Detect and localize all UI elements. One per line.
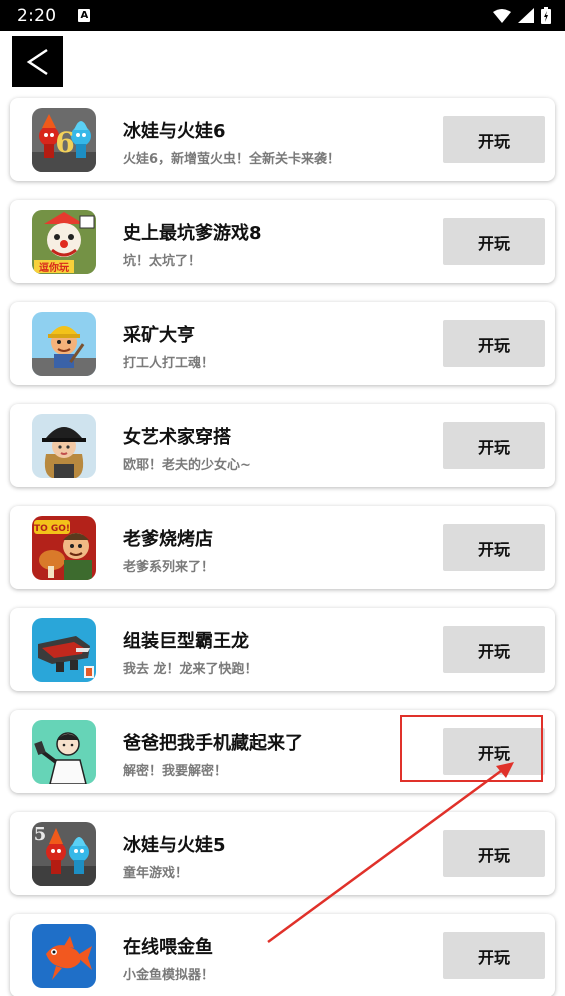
game-icon-t-rex-robot — [32, 618, 96, 682]
play-button[interactable]: 开玩 — [443, 116, 545, 163]
game-subtitle: 小金鱼模拟器！ — [123, 968, 215, 983]
game-subtitle: 老爹系列来了！ — [123, 560, 215, 575]
game-subtitle: 火娃6，新增萤火虫！全新关卡来袭！ — [123, 152, 341, 167]
play-button[interactable]: 开玩 — [443, 728, 545, 775]
game-card[interactable]: 在线喂金鱼 小金鱼模拟器！ 开玩 — [10, 914, 555, 996]
status-indicators — [493, 7, 551, 24]
game-icon-fireboy-watergirl-6: 6 — [32, 108, 96, 172]
game-subtitle: 童年游戏！ — [123, 866, 189, 881]
game-title: 女艺术家穿搭 — [123, 427, 231, 448]
game-subtitle: 坑！太坑了！ — [123, 254, 202, 269]
game-subtitle: 欧耶！老夫的少女心~ — [123, 458, 251, 473]
game-card[interactable]: 采矿大亨 打工人打工魂！ 开玩 — [10, 302, 555, 385]
status-bar: 2:20 A — [0, 0, 565, 31]
game-card[interactable]: 女艺术家穿搭 欧耶！老夫的少女心~ 开玩 — [10, 404, 555, 487]
battery-icon — [541, 7, 551, 24]
play-button[interactable]: 开玩 — [443, 218, 545, 265]
game-card[interactable]: 爸爸把我手机藏起来了 解密！我要解密！ 开玩 — [10, 710, 555, 793]
game-subtitle: 我去 龙！龙来了快跑！ — [123, 662, 258, 677]
game-icon-dad-hid-phone — [32, 720, 96, 784]
game-card[interactable]: 5 冰娃与火娃5 童年游戏！ 开玩 — [10, 812, 555, 895]
game-title: 冰娃与火娃5 — [123, 835, 226, 856]
game-card[interactable]: 6 冰娃与火娃6 火娃6，新增萤火虫！全新关卡来袭！ 开玩 — [10, 98, 555, 181]
game-card[interactable]: TO GO! 老爹烧烤店 老爹系列来了！ 开玩 — [10, 506, 555, 589]
signal-icon — [518, 8, 534, 23]
game-title: 爸爸把我手机藏起来了 — [123, 733, 303, 754]
back-arrow-icon — [26, 48, 48, 75]
play-button[interactable]: 开玩 — [443, 524, 545, 571]
play-button[interactable]: 开玩 — [443, 932, 545, 979]
game-icon-troll-game-8: 逗你玩 — [32, 210, 96, 274]
game-icon-papa-grill: TO GO! — [32, 516, 96, 580]
game-subtitle: 打工人打工魂！ — [123, 356, 215, 371]
status-time: 2:20 — [17, 5, 57, 26]
game-card[interactable]: 逗你玩 史上最坑爹游戏8 坑！太坑了！ 开玩 — [10, 200, 555, 283]
game-title: 史上最坑爹游戏8 — [123, 223, 262, 244]
wifi-icon — [493, 8, 511, 23]
a-icon: A — [78, 9, 91, 22]
game-title: 冰娃与火娃6 — [123, 121, 226, 142]
play-button[interactable]: 开玩 — [443, 830, 545, 877]
game-icon-mining-tycoon — [32, 312, 96, 376]
play-button[interactable]: 开玩 — [443, 422, 545, 469]
game-icon-artist-dressup — [32, 414, 96, 478]
fireboy5-number: 5 — [34, 824, 47, 845]
papa-logo-text: TO GO! — [34, 524, 70, 534]
game-icon-feed-goldfish — [32, 924, 96, 988]
game-title: 在线喂金鱼 — [123, 937, 213, 958]
back-button[interactable] — [12, 36, 63, 87]
game-icon-fireboy-watergirl-5: 5 — [32, 822, 96, 886]
game-subtitle: 解密！我要解密！ — [123, 764, 228, 779]
play-button[interactable]: 开玩 — [443, 626, 545, 673]
play-button[interactable]: 开玩 — [443, 320, 545, 367]
game-title: 采矿大亨 — [123, 325, 195, 346]
game-title: 组装巨型霸王龙 — [123, 631, 249, 652]
fireboy6-number: 6 — [55, 126, 74, 159]
game-title: 老爹烧烤店 — [123, 529, 213, 550]
trollface-badge-text: 逗你玩 — [39, 261, 69, 274]
game-card[interactable]: 组装巨型霸王龙 我去 龙！龙来了快跑！ 开玩 — [10, 608, 555, 691]
